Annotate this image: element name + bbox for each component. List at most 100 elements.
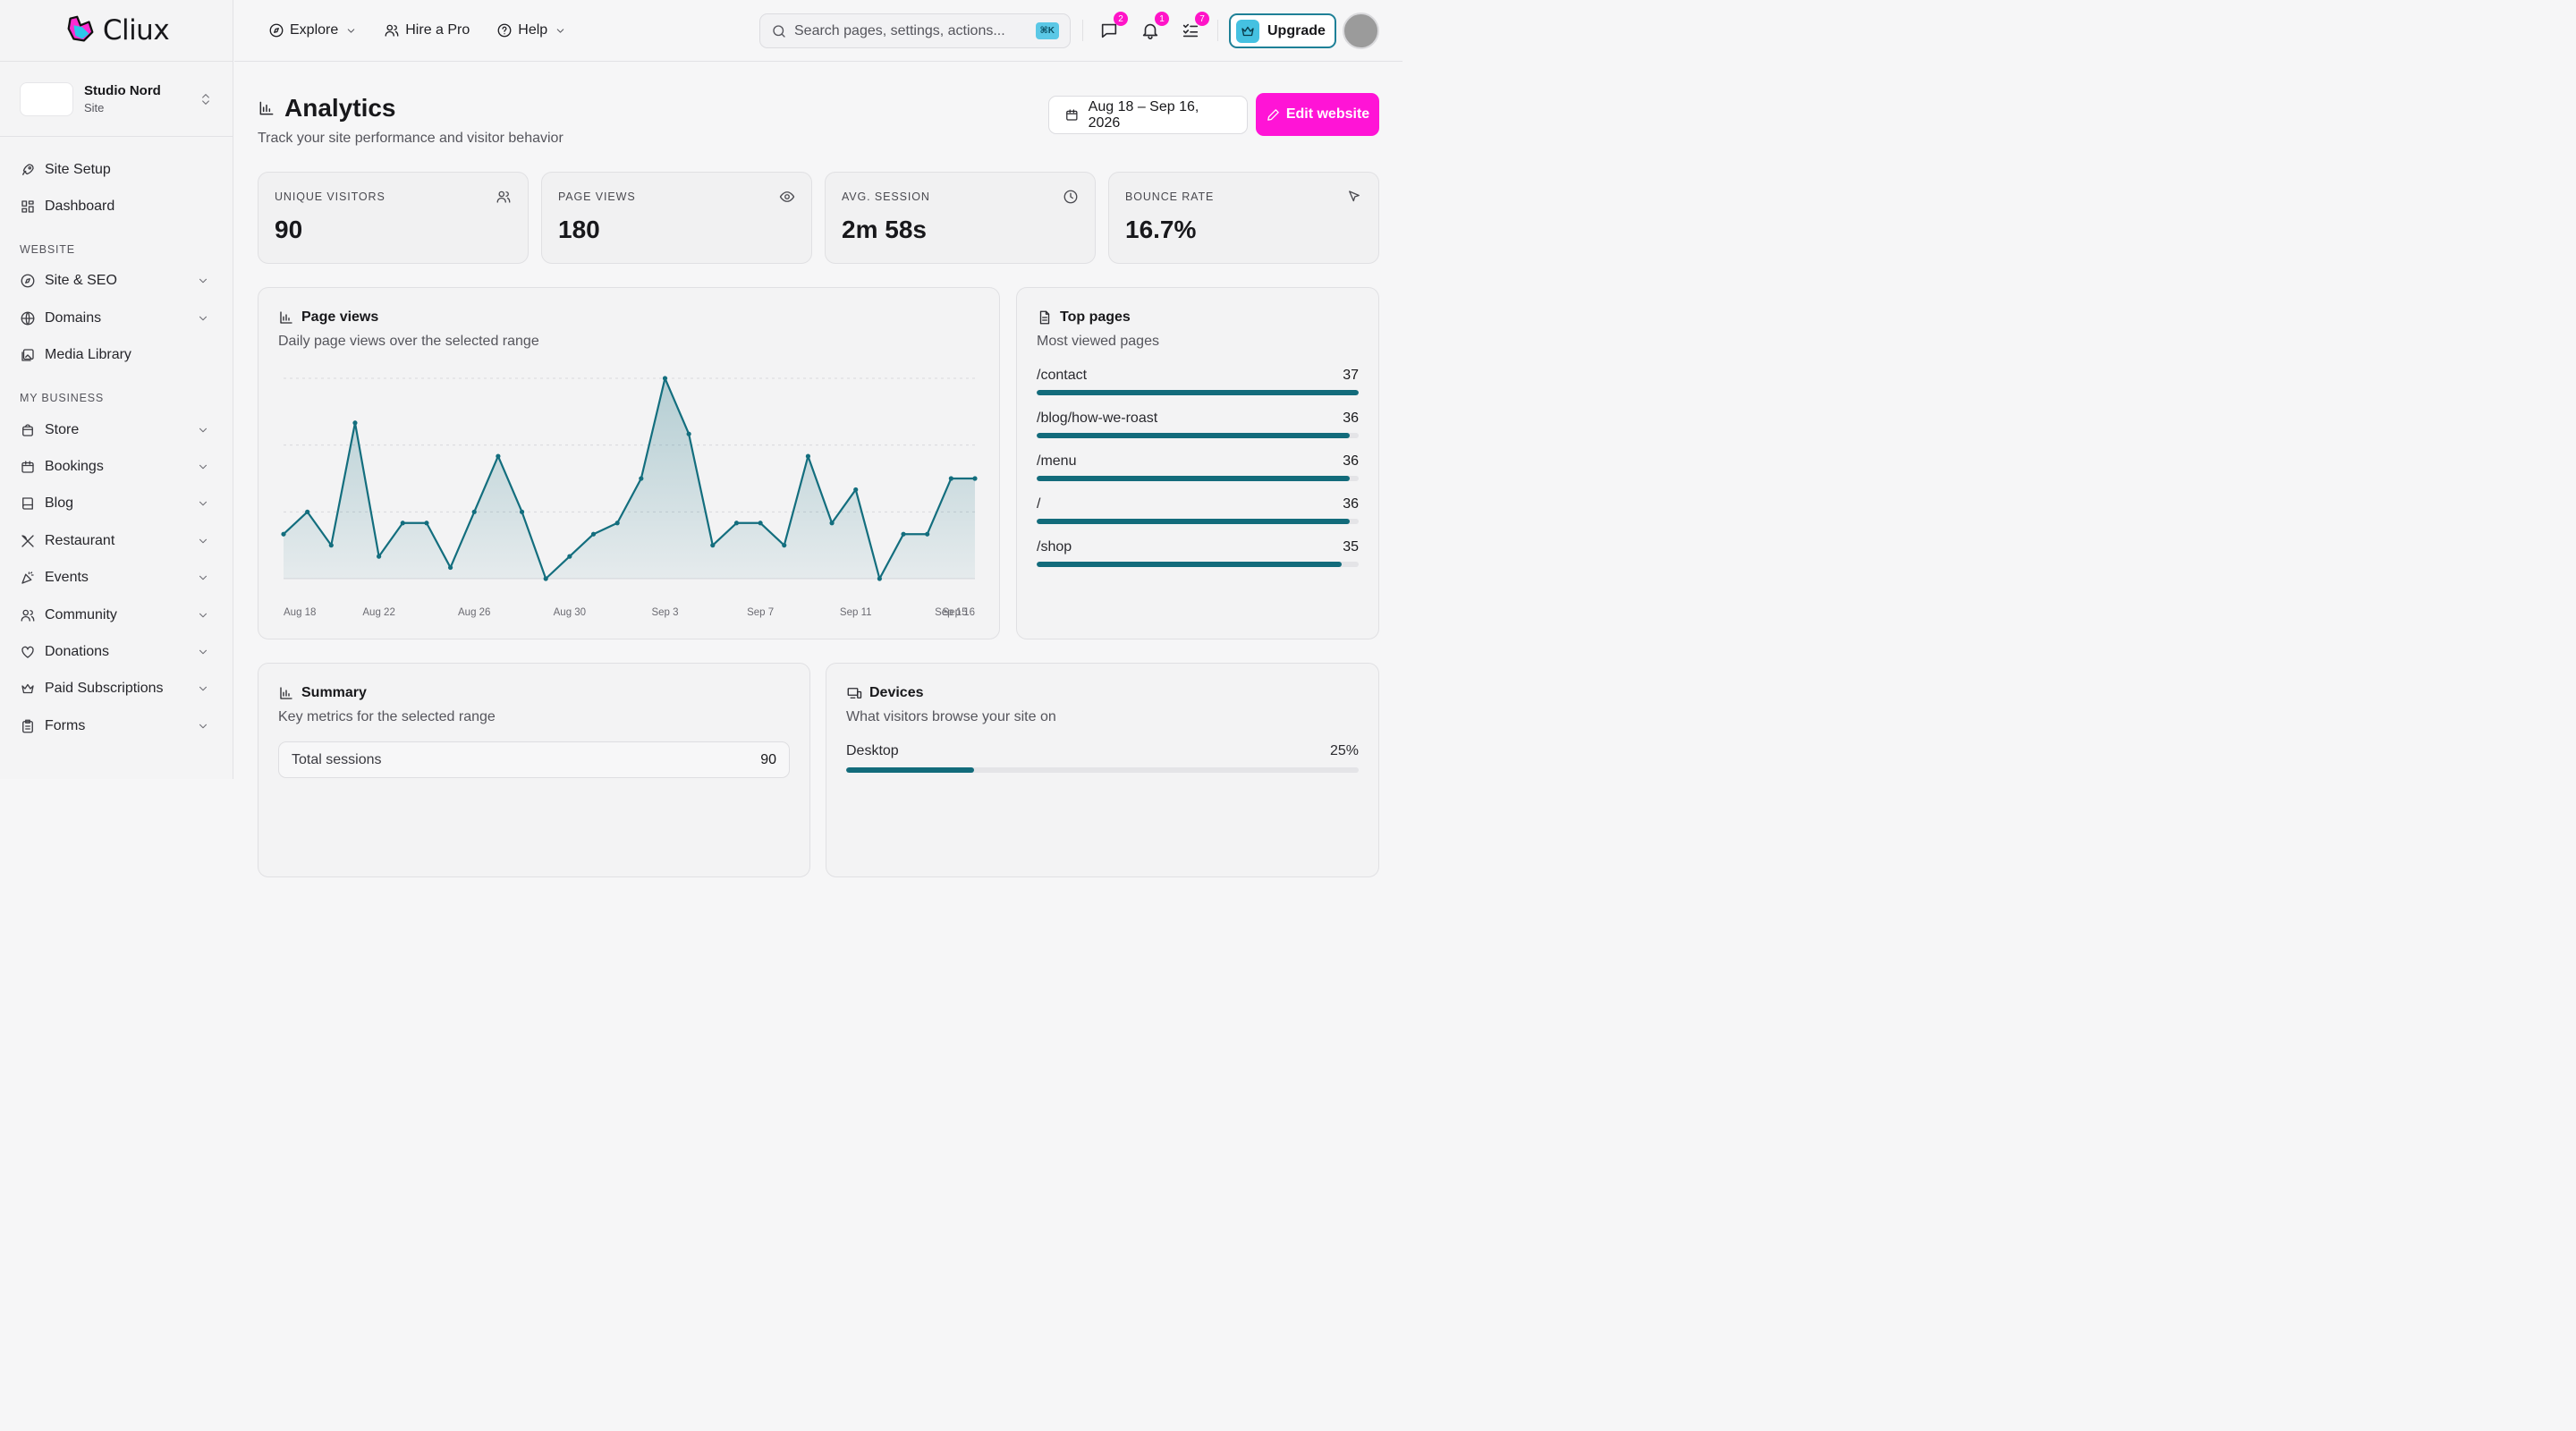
stat-value: 180 [558,216,600,243]
tasks-button[interactable]: 7 [1181,12,1209,40]
data-point[interactable] [805,453,811,459]
page-subtitle: Track your site performance and visitor … [258,131,564,146]
top-page-bar [1037,519,1359,524]
data-point[interactable] [424,521,429,526]
chevron-down-icon [197,461,209,473]
data-point[interactable] [877,576,882,581]
stat-label: BOUNCE RATE [1125,191,1215,203]
tasks-badge: 7 [1195,12,1209,26]
data-point[interactable] [925,531,930,537]
top-pages-list: /contact 37/blog/how-we-roast 36/menu 36 / 36… [1037,368,1359,582]
data-point[interactable] [972,476,978,481]
top-page-bar-fill [1037,433,1351,438]
pointer-icon [1346,189,1362,205]
file-text-icon [1037,309,1053,326]
compass-icon [268,22,284,38]
search-icon [771,23,787,39]
data-point[interactable] [352,420,358,426]
top-page-path: /blog/how-we-roast [1037,411,1158,426]
calendar-icon [20,459,36,475]
nav-hire-a-pro[interactable]: Hire a Pro [384,22,470,38]
x-tick-label: Sep 16 [943,607,975,618]
upgrade-button[interactable]: Upgrade [1229,13,1336,48]
sidebar-item-label: Paid Subscriptions [45,681,164,697]
data-point[interactable] [377,554,382,559]
date-range-label: Aug 18 – Sep 16, 2026 [1088,98,1199,131]
logo[interactable]: Cliux [0,0,233,62]
data-point[interactable] [662,376,668,381]
data-point[interactable] [567,554,572,559]
edit-website-button[interactable]: Edit website [1256,93,1379,136]
summary-row-label: Total sessions [292,751,382,767]
data-point[interactable] [400,521,405,526]
sidebar-item-events[interactable]: Events [0,560,233,597]
stat-card-bounce-rate: BOUNCE RATE 16.7% [1108,172,1379,264]
nav-section-website: WEBSITE [20,242,75,256]
sidebar-item-bookings[interactable]: Bookings [0,448,233,485]
data-point[interactable] [305,509,310,514]
notifications-button[interactable]: 1 [1140,12,1169,40]
data-point[interactable] [447,564,453,571]
top-page-path: /shop [1037,539,1072,555]
sidebar-item-site-setup[interactable]: Site Setup [0,151,233,188]
card-subtitle: Key metrics for the selected range [278,709,496,724]
data-point[interactable] [614,521,620,526]
brand-logo-icon [64,13,97,47]
sidebar-item-site-seo[interactable]: Site & SEO [0,263,233,300]
nav-help[interactable]: Help [496,22,566,38]
sidebar-item-community[interactable]: Community [0,597,233,633]
data-point[interactable] [782,543,787,548]
data-point[interactable] [639,476,644,481]
messages-button[interactable]: 2 [1099,12,1128,40]
top-page-path: /menu [1037,453,1077,469]
sidebar-item-domains[interactable]: Domains [0,300,233,336]
header-divider [1082,20,1083,41]
data-point[interactable] [829,521,835,526]
top-page-row[interactable]: /blog/how-we-roast 36 [1037,411,1359,453]
sidebar-item-dashboard[interactable]: Dashboard [0,188,233,224]
sidebar-item-label: Events [45,570,89,586]
data-point[interactable] [948,476,953,481]
sidebar-item-store[interactable]: Store [0,411,233,448]
sidebar-item-media-library[interactable]: Media Library [0,337,233,374]
chevron-down-icon [197,682,209,695]
sidebar-item-blog[interactable]: Blog [0,486,233,522]
data-point[interactable] [471,509,477,514]
search-input[interactable]: Search pages, settings, actions... ⌘K [759,13,1071,48]
data-point[interactable] [328,543,334,548]
avatar[interactable] [1343,13,1379,49]
top-page-row[interactable]: / 36 [1037,496,1359,539]
pencil-icon [1266,107,1281,123]
data-point[interactable] [758,521,763,526]
card-subtitle: What visitors browse your site on [846,709,1056,724]
date-range-picker[interactable]: Aug 18 – Sep 16, 2026 [1048,96,1248,134]
data-point[interactable] [543,576,548,581]
data-point[interactable] [853,487,859,493]
sidebar-nav: Site Setup Dashboard WEBSITE Site & SEO … [0,137,233,744]
sidebar-item-paid-subscriptions[interactable]: Paid Subscriptions [0,671,233,707]
crown-icon [1236,19,1259,43]
data-point[interactable] [686,431,691,436]
data-point[interactable] [496,453,501,459]
x-tick-label: Sep 3 [651,607,678,618]
top-page-row[interactable]: /shop 35 [1037,539,1359,582]
sidebar-item-restaurant[interactable]: Restaurant [0,522,233,559]
data-point[interactable] [281,531,286,537]
top-page-row[interactable]: /contact 37 [1037,368,1359,411]
data-point[interactable] [901,531,906,537]
top-page-path: / [1037,496,1041,512]
clock-icon [1063,189,1079,205]
top-page-row[interactable]: /menu 36 [1037,453,1359,496]
sidebar-item-label: Site Setup [45,161,111,177]
chevron-down-icon [197,275,209,287]
sidebar-item-label: Blog [45,495,74,512]
data-point[interactable] [590,531,597,537]
site-switcher[interactable]: Studio Nord Site [0,62,233,137]
sidebar-item-donations[interactable]: Donations [0,633,233,670]
sidebar-item-forms[interactable]: Forms [0,707,233,744]
data-point[interactable] [710,543,716,548]
data-point[interactable] [519,509,525,514]
nav-explore[interactable]: Explore [268,22,357,38]
top-page-views: 35 [1343,539,1359,555]
data-point[interactable] [733,521,740,526]
